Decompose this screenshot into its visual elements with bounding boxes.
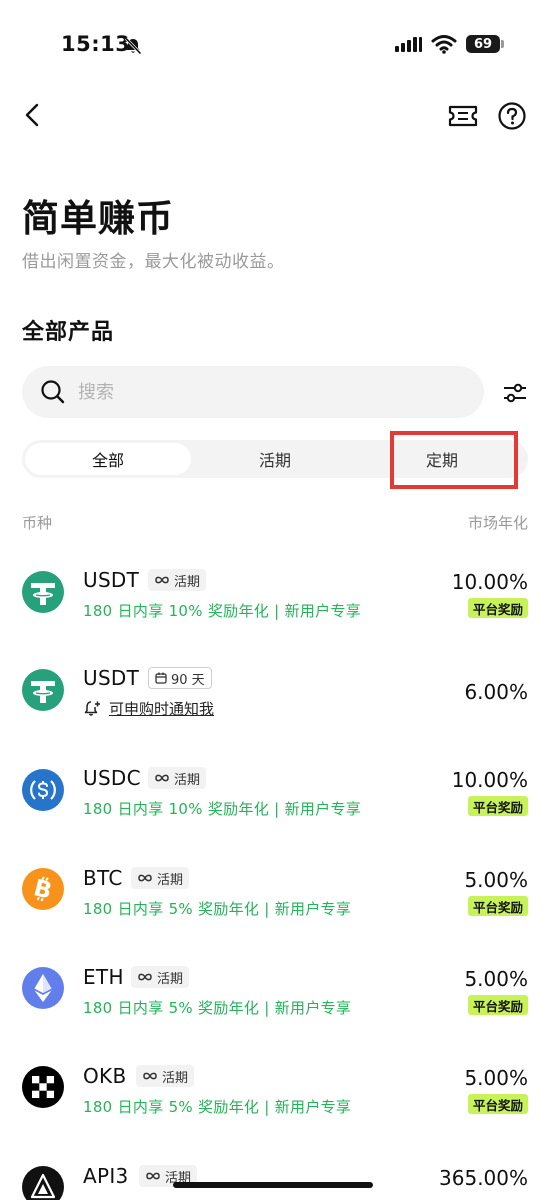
list-item[interactable]: API3 活期 365.00% <box>0 1144 551 1200</box>
okb-icon <box>22 1066 64 1108</box>
tab-flexible[interactable]: 活期 <box>192 443 358 475</box>
apr-value: 5.00% <box>464 868 528 892</box>
reward-description: 180 日内享 10% 奖励年化 | 新用户专享 <box>83 800 362 818</box>
apr-value: 10.00% <box>451 570 528 594</box>
page-subtitle: 借出闲置资金，最大化被动收益。 <box>22 252 285 272</box>
column-header-coin: 币种 <box>22 514 53 532</box>
infinity-icon <box>138 874 152 882</box>
bitcoin-icon: B <box>22 868 64 910</box>
section-title: 全部产品 <box>22 320 115 345</box>
coin-symbol: BTC <box>83 866 123 890</box>
tab-all[interactable]: 全部 <box>25 443 191 475</box>
signal-icon <box>395 36 422 52</box>
notify-me-label: 可申购时通知我 <box>109 700 215 718</box>
notify-me-link[interactable]: 可申购时通知我 <box>83 698 214 719</box>
list-item[interactable]: USDT 活期 180 日内享 10% 奖励年化 | 新用户专享 10.00% … <box>0 548 551 638</box>
term-tag-label: 活期 <box>157 872 184 888</box>
infinity-icon <box>143 1072 157 1080</box>
help-icon[interactable] <box>497 101 527 131</box>
reward-description: 180 日内享 5% 奖励年化 | 新用户专享 <box>83 999 352 1017</box>
reward-badge: 平台奖励 <box>467 796 528 816</box>
infinity-icon <box>155 774 169 782</box>
coin-symbol: ETH <box>83 965 124 989</box>
term-tag: 活期 <box>148 569 207 591</box>
reward-description: 180 日内享 5% 奖励年化 | 新用户专享 <box>83 1098 352 1116</box>
home-indicator[interactable] <box>173 1182 373 1188</box>
voucher-icon[interactable] <box>447 102 479 130</box>
infinity-icon <box>146 1172 160 1180</box>
coin-symbol: USDT <box>83 568 140 592</box>
term-tag: 活期 <box>148 767 207 789</box>
bell-plus-icon <box>84 700 100 716</box>
list-item[interactable]: OKB 活期 180 日内享 5% 奖励年化 | 新用户专享 5.00% 平台奖… <box>0 1044 551 1134</box>
term-tag: 90 天 <box>148 667 212 689</box>
battery-tip <box>501 40 504 48</box>
search-bar[interactable] <box>22 366 484 418</box>
reward-description: 180 日内享 5% 奖励年化 | 新用户专享 <box>83 900 352 918</box>
term-tag-label: 活期 <box>162 1070 189 1086</box>
coin-symbol: USDT <box>83 666 140 690</box>
wifi-icon <box>431 35 457 54</box>
reward-description: 180 日内享 10% 奖励年化 | 新用户专享 <box>83 602 362 620</box>
term-tag: 活期 <box>131 867 190 889</box>
coin-symbol: API3 <box>83 1164 129 1188</box>
tether-icon <box>22 669 64 711</box>
coin-symbol: OKB <box>83 1064 127 1088</box>
infinity-icon <box>138 973 152 981</box>
usdc-icon <box>22 769 64 811</box>
term-tag-label: 活期 <box>174 574 201 590</box>
filter-icon[interactable] <box>502 380 528 406</box>
infinity-icon <box>155 576 169 584</box>
term-tag: 活期 <box>136 1065 195 1087</box>
apr-value: 5.00% <box>464 1066 528 1090</box>
tether-icon <box>22 571 64 613</box>
term-tag-label: 90 天 <box>171 672 205 688</box>
calendar-icon <box>155 672 167 684</box>
ethereum-icon <box>22 967 64 1009</box>
reward-badge: 平台奖励 <box>467 1094 528 1114</box>
apr-value: 5.00% <box>464 967 528 991</box>
highlight-box <box>390 431 518 489</box>
apr-value: 365.00% <box>439 1166 528 1190</box>
column-header-apr: 市场年化 <box>467 514 528 532</box>
term-tag-label: 活期 <box>174 772 201 788</box>
back-chevron-icon[interactable] <box>20 102 46 128</box>
bell-muted-icon <box>124 37 142 55</box>
status-time: 15:13 <box>61 32 131 56</box>
reward-badge: 平台奖励 <box>467 598 528 618</box>
reward-badge: 平台奖励 <box>467 995 528 1015</box>
search-icon <box>41 380 65 404</box>
page-title: 简单赚币 <box>22 197 174 240</box>
list-item[interactable]: B BTC 活期 180 日内享 5% 奖励年化 | 新用户专享 5.00% 平… <box>0 846 551 936</box>
reward-badge: 平台奖励 <box>467 896 528 916</box>
search-input[interactable] <box>76 380 440 404</box>
list-item[interactable]: ETH 活期 180 日内享 5% 奖励年化 | 新用户专享 5.00% 平台奖… <box>0 945 551 1035</box>
coin-symbol: USDC <box>83 766 141 790</box>
battery-indicator: 69 <box>466 35 500 53</box>
api3-icon <box>22 1166 64 1200</box>
term-tag: 活期 <box>131 966 190 988</box>
apr-value: 6.00% <box>464 680 528 704</box>
list-item[interactable]: USDC 活期 180 日内享 10% 奖励年化 | 新用户专享 10.00% … <box>0 746 551 836</box>
apr-value: 10.00% <box>451 768 528 792</box>
list-item[interactable]: USDT 90 天 可申购时通知我 6.00% <box>0 646 551 736</box>
term-tag-label: 活期 <box>157 971 184 987</box>
